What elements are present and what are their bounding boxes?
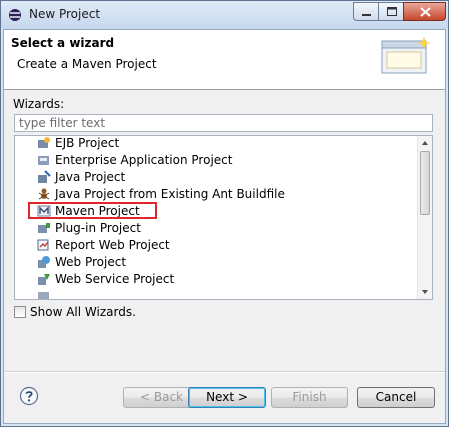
filter-input[interactable] <box>14 114 433 132</box>
tree-item-label: Enterprise Application Project <box>55 153 233 167</box>
maven-project-highlight <box>28 202 157 219</box>
maximize-button[interactable] <box>378 2 404 21</box>
web-project-icon <box>38 256 50 268</box>
java-project-icon <box>38 170 51 183</box>
tree-item-label: Web Service Project <box>55 272 175 286</box>
tree-item-label: Plug-in Project <box>55 221 141 235</box>
banner-title: Select a wizard <box>11 36 115 50</box>
scroll-up-icon[interactable] <box>418 136 432 150</box>
report-web-project-icon <box>37 239 49 251</box>
tree-item-label: Web Project <box>55 255 127 269</box>
finish-button[interactable]: Finish <box>271 387 348 408</box>
eclipse-app-icon <box>9 9 21 21</box>
tree-item-label: Java Project <box>55 170 126 184</box>
window-title: New Project <box>29 7 101 21</box>
tree-item-label: EJB Project <box>55 136 120 150</box>
ejb-project-icon <box>38 137 50 148</box>
cancel-button[interactable]: Cancel <box>357 387 435 408</box>
tree-item-label: Java Project from Existing Ant Buildfile <box>55 187 285 201</box>
close-icon <box>420 7 431 17</box>
tree-vertical-scrollbar[interactable] <box>417 136 432 299</box>
banner-description: Create a Maven Project <box>17 57 157 71</box>
next-button[interactable]: Next > <box>188 387 266 408</box>
checkbox-box[interactable] <box>14 306 26 318</box>
wizard-banner-icon <box>381 37 431 74</box>
close-button[interactable] <box>403 2 446 21</box>
dialog-body: Select a wizard Create a Maven Project W… <box>3 29 446 424</box>
minimize-button[interactable] <box>353 2 379 21</box>
help-icon[interactable] <box>19 386 39 406</box>
new-project-window: New Project Select a wizard Create a Mav… <box>0 0 449 427</box>
wizard-banner: Select a wizard Create a Maven Project <box>4 30 445 90</box>
maximize-icon <box>387 7 397 16</box>
ant-project-icon <box>38 188 50 200</box>
folder-icon <box>38 292 49 299</box>
title-bar[interactable]: New Project <box>1 1 448 29</box>
button-bar-separator <box>4 371 445 372</box>
wizards-label: Wizards: <box>13 97 65 111</box>
wizard-tree[interactable]: EJB Project Enterprise Application Proje… <box>14 135 433 300</box>
tree-item-label: Report Web Project <box>55 238 170 252</box>
scrollbar-thumb[interactable] <box>420 151 430 215</box>
web-service-project-icon <box>38 274 50 285</box>
minimize-icon <box>362 14 371 16</box>
plugin-project-icon <box>38 223 50 233</box>
ear-project-icon <box>38 156 49 165</box>
show-all-wizards-label: Show All Wizards. <box>30 305 136 319</box>
scroll-down-icon[interactable] <box>418 285 432 299</box>
